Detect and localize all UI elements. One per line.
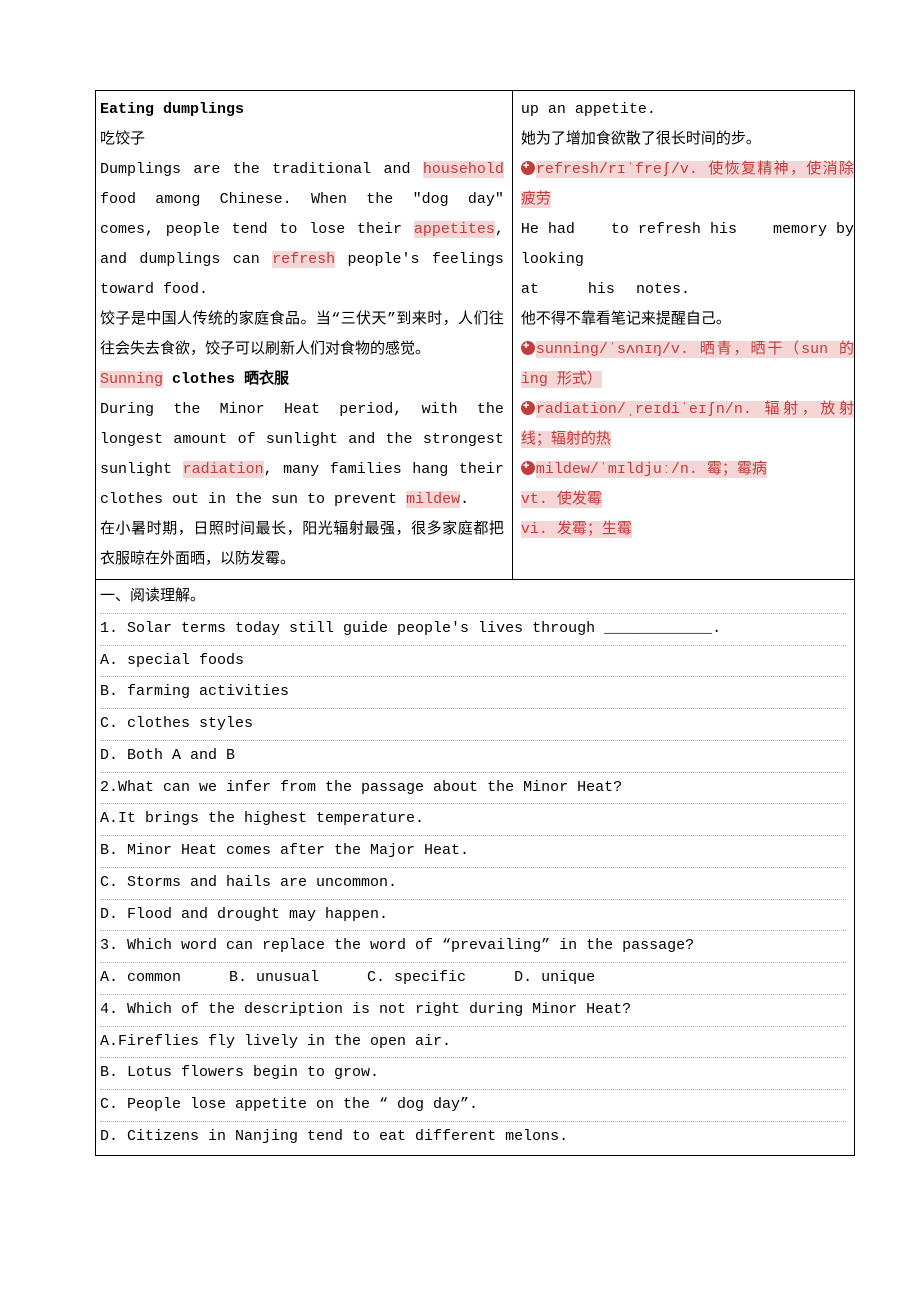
heading-rest: clothes 晒衣服: [163, 371, 289, 388]
right-column: up an appetite. 她为了增加食欲散了很长时间的步。 refresh…: [513, 91, 854, 579]
heading-eating-dumplings: Eating dumplings: [100, 95, 504, 125]
star-icon: [521, 401, 535, 415]
document-page: Eating dumplings 吃饺子 Dumplings are the t…: [0, 0, 920, 1196]
vocab-text: sunning/ˈsʌnɪŋ/v. 晒青，晒干（sun 的 ing 形式）: [521, 341, 854, 388]
option-3b: B. unusual: [229, 963, 319, 994]
question-4: 4. Which of the description is not right…: [100, 995, 846, 1027]
paragraph-sunning-cn: 在小暑时期，日照时间最长，阳光辐射最强，很多家庭都把衣服晾在外面晒，以防发霉。: [100, 515, 504, 575]
star-icon: [521, 161, 535, 175]
text: his: [588, 281, 615, 298]
option-4c: C. People lose appetite on the “ dog day…: [100, 1090, 846, 1122]
vocab-text: mildew/ˈmɪldjuː/n. 霉；霉病: [536, 461, 767, 478]
option-2d: D. Flood and drought may happen.: [100, 900, 846, 932]
option-1c: C. clothes styles: [100, 709, 846, 741]
continuation-line: up an appetite.: [521, 95, 854, 125]
heading-en: Eating dumplings: [100, 101, 244, 118]
option-2a: A.It brings the highest temperature.: [100, 804, 846, 836]
option-3d: D. unique: [514, 963, 595, 994]
highlight-radiation: radiation: [183, 461, 264, 478]
question-3: 3. Which word can replace the word of “p…: [100, 931, 846, 963]
option-3a: A. common: [100, 963, 181, 994]
question-1: 1. Solar terms today still guide people'…: [100, 614, 846, 646]
vocab-mildew-vt: vt. 使发霉: [521, 485, 854, 515]
option-4b: B. Lotus flowers begin to grow.: [100, 1058, 846, 1090]
highlight-household: household: [423, 161, 504, 178]
text: .: [460, 491, 469, 508]
highlight-mildew: mildew: [406, 491, 460, 508]
example-cn: 他不得不靠看笔记来提醒自己。: [521, 305, 854, 335]
text: to refresh his: [611, 215, 737, 245]
vocab-text: refresh/rɪˈfreʃ/v. 使恢复精神，使消除疲劳: [521, 161, 854, 208]
spacer: [521, 545, 854, 561]
text: memory by: [773, 215, 854, 245]
continuation-cn: 她为了增加食欲散了很长时间的步。: [521, 125, 854, 155]
vocab-mildew-vi: vi. 发霉；生霉: [521, 515, 854, 545]
option-2b: B. Minor Heat comes after the Major Heat…: [100, 836, 846, 868]
star-icon: [521, 341, 535, 355]
text: notes.: [636, 281, 690, 298]
option-2c: C. Storms and hails are uncommon.: [100, 868, 846, 900]
paragraph-dumplings-en: Dumplings are the traditional and househ…: [100, 155, 504, 305]
option-1d: D. Both A and B: [100, 741, 846, 773]
highlight-refresh: refresh: [272, 251, 335, 268]
option-1b: B. farming activities: [100, 677, 846, 709]
option-4d: D. Citizens in Nanjing tend to eat diffe…: [100, 1122, 846, 1153]
section-heading: 一、阅读理解。: [100, 582, 846, 614]
text: looking at: [521, 245, 559, 305]
text: Dumplings are the traditional and: [100, 161, 423, 178]
vocab-refresh: refresh/rɪˈfreʃ/v. 使恢复精神，使消除疲劳: [521, 155, 854, 215]
reading-comprehension: 一、阅读理解。 1. Solar terms today still guide…: [95, 580, 855, 1156]
highlight-appetites: appetites: [414, 221, 495, 238]
two-column-article: Eating dumplings 吃饺子 Dumplings are the t…: [95, 90, 855, 580]
vocab-text: vi. 发霉；生霉: [521, 521, 632, 538]
star-icon: [521, 461, 535, 475]
highlight-sunning: Sunning: [100, 371, 163, 388]
example-en: He had to refresh his memory by: [521, 215, 854, 245]
vocab-sunning: sunning/ˈsʌnɪŋ/v. 晒青，晒干（sun 的 ing 形式）: [521, 335, 854, 395]
option-3c: C. specific: [367, 963, 466, 994]
vocab-mildew: mildew/ˈmɪldjuː/n. 霉；霉病: [521, 455, 854, 485]
vocab-text: radiation/ˌreɪdiˈeɪʃn/n. 辐射，放射线；辐射的热: [521, 401, 854, 448]
paragraph-sunning-en: During the Minor Heat period, with the l…: [100, 395, 504, 515]
heading-cn: 吃饺子: [100, 125, 504, 155]
example-en-2: looking at his notes.: [521, 245, 854, 305]
vocab-text: vt. 使发霉: [521, 491, 602, 508]
vocab-radiation: radiation/ˌreɪdiˈeɪʃn/n. 辐射，放射线；辐射的热: [521, 395, 854, 455]
options-3: A. common B. unusual C. specific D. unique: [100, 963, 846, 995]
text: He had: [521, 215, 575, 245]
option-1a: A. special foods: [100, 646, 846, 678]
left-column: Eating dumplings 吃饺子 Dumplings are the t…: [96, 91, 513, 579]
heading-sunning-clothes: Sunning clothes 晒衣服: [100, 365, 504, 395]
option-4a: A.Fireflies fly lively in the open air.: [100, 1027, 846, 1059]
paragraph-dumplings-cn: 饺子是中国人传统的家庭食品。当“三伏天”到来时，人们往往会失去食欲，饺子可以刷新…: [100, 305, 504, 365]
question-2: 2.What can we infer from the passage abo…: [100, 773, 846, 805]
